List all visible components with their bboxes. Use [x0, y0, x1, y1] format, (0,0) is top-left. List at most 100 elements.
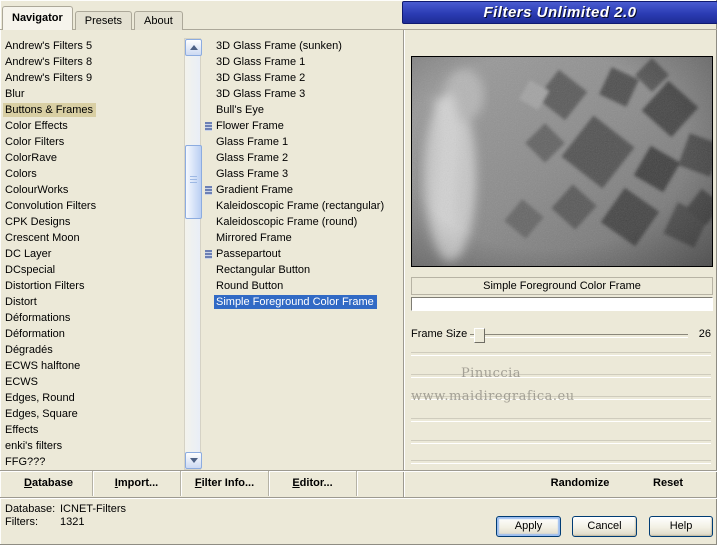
category-item[interactable]: Andrew's Filters 9 [3, 70, 183, 86]
cancel-button[interactable]: Cancel [572, 516, 637, 537]
category-item[interactable]: Edges, Round [3, 390, 183, 406]
filter-item[interactable]: Mirrored Frame [204, 230, 402, 246]
tab-navigator[interactable]: Navigator [2, 6, 73, 30]
scrollbar-up-button[interactable] [185, 39, 202, 56]
filter-item[interactable]: 3D Glass Frame 1 [204, 54, 402, 70]
category-item-label: Edges, Round [5, 392, 75, 404]
filter-item-label: Round Button [216, 280, 284, 292]
category-item-label: DC Layer [5, 248, 52, 260]
status-database-value: ICNET-Filters [60, 503, 126, 515]
filter-item[interactable]: 3D Glass Frame 3 [204, 86, 402, 102]
category-item[interactable]: Colors [3, 166, 183, 182]
filter-item-label: Simple Foreground Color Frame [214, 295, 377, 309]
filter-item-label: Glass Frame 1 [216, 136, 289, 148]
frame-size-slider-track[interactable] [470, 334, 688, 338]
filter-item[interactable]: Glass Frame 1 [204, 134, 402, 150]
help-button[interactable]: Help [649, 516, 713, 537]
status-filters-value: 1321 [60, 516, 85, 528]
filter-item[interactable]: Bull's Eye [204, 102, 402, 118]
filter-item[interactable]: Round Button [204, 278, 402, 294]
filter-item[interactable]: Passepartout [204, 246, 402, 262]
category-item-label: DCspecial [5, 264, 56, 276]
category-item-label: Buttons & Frames [3, 103, 97, 117]
category-item[interactable]: ColourWorks [3, 182, 183, 198]
category-item[interactable]: Convolution Filters [3, 198, 183, 214]
category-item[interactable]: FFG??? [3, 454, 183, 470]
category-item[interactable]: Dégradés [3, 342, 183, 358]
category-item[interactable]: ECWS [3, 374, 183, 390]
filter-item[interactable]: 3D Glass Frame 2 [204, 70, 402, 86]
tab-about[interactable]: About [134, 11, 183, 30]
category-item[interactable]: Effects [3, 422, 183, 438]
filter-info-button[interactable]: Filter Info... [181, 471, 269, 496]
filter-item-label: 3D Glass Frame (sunken) [216, 40, 342, 52]
filter-item[interactable]: 3D Glass Frame (sunken) [204, 38, 402, 54]
apply-button[interactable]: Apply [496, 516, 561, 537]
preset-marker-icon [205, 122, 212, 131]
category-item[interactable]: ECWS halftone [3, 358, 183, 374]
watermark-line2: www.maidiregrafica.eu [411, 389, 575, 404]
category-item[interactable]: Blur [3, 86, 183, 102]
category-item[interactable]: Andrew's Filters 5 [3, 38, 183, 54]
toolbar: Database Import... Filter Info... Editor...… [0, 471, 717, 496]
category-item[interactable]: Andrew's Filters 8 [3, 54, 183, 70]
category-item[interactable]: DC Layer [3, 246, 183, 262]
category-item[interactable]: Edges, Square [3, 406, 183, 422]
category-item[interactable]: ColorRave [3, 150, 183, 166]
filter-item[interactable]: Flower Frame [204, 118, 402, 134]
database-button[interactable]: Database [5, 471, 93, 496]
category-item[interactable]: Crescent Moon [3, 230, 183, 246]
filter-item[interactable]: Gradient Frame [204, 182, 402, 198]
filters-unlimited-window: Navigator Presets About Filters Unlimite… [0, 0, 717, 545]
category-item[interactable]: Déformations [3, 310, 183, 326]
filter-item-label: Passepartout [216, 248, 281, 260]
category-item[interactable]: Déformation [3, 326, 183, 342]
tab-presets[interactable]: Presets [74, 11, 133, 30]
filter-item-label: Rectangular Button [216, 264, 311, 276]
reset-button[interactable]: Reset [633, 471, 703, 495]
category-item-label: Andrew's Filters 5 [5, 40, 93, 52]
category-item[interactable]: Distortion Filters [3, 278, 183, 294]
category-list: Andrew's Filters 5 Andrew's Filters 8 Andr… [3, 38, 183, 470]
title-banner: Filters Unlimited 2.0 [402, 1, 717, 24]
category-item[interactable]: Buttons & Frames [3, 102, 183, 118]
import-button[interactable]: Import... [93, 471, 181, 496]
category-item-label: Distort [5, 296, 37, 308]
category-item[interactable]: DCspecial [3, 262, 183, 278]
filter-item-label: 3D Glass Frame 3 [216, 88, 306, 100]
statusbar-divider [0, 497, 717, 498]
randomize-button[interactable]: Randomize [515, 471, 645, 495]
filter-item[interactable]: Kaleidoscopic Frame (rectangular) [204, 198, 402, 214]
preset-marker-icon [205, 250, 212, 259]
preview-caption: Simple Foreground Color Frame [411, 277, 713, 295]
arrow-up-icon [190, 45, 198, 50]
category-scrollbar[interactable] [184, 38, 202, 470]
filter-item[interactable]: Glass Frame 2 [204, 150, 402, 166]
filter-item[interactable]: Rectangular Button [204, 262, 402, 278]
empty-slider-groove [411, 418, 711, 422]
category-item-label: Effects [5, 424, 39, 436]
category-item[interactable]: Color Effects [3, 118, 183, 134]
status-database-label: Database: [5, 503, 56, 515]
category-item[interactable]: enki's filters [3, 438, 183, 454]
preset-marker-icon [205, 186, 212, 195]
editor-button[interactable]: Editor... [269, 471, 357, 496]
frame-size-slider-thumb[interactable] [474, 328, 485, 343]
category-item-label: Colors [5, 168, 37, 180]
scrollbar-thumb[interactable] [185, 145, 202, 219]
watermark-line1: Pinuccia [460, 366, 522, 381]
category-item-label: Andrew's Filters 9 [5, 72, 93, 84]
frame-size-value: 26 [698, 328, 711, 340]
filter-item[interactable]: Simple Foreground Color Frame [204, 294, 402, 310]
category-item-label: ColourWorks [5, 184, 69, 196]
filter-item-label: Kaleidoscopic Frame (rectangular) [216, 200, 385, 212]
filter-item[interactable]: Glass Frame 3 [204, 166, 402, 182]
filter-item-label: Mirrored Frame [216, 232, 292, 244]
category-item[interactable]: Distort [3, 294, 183, 310]
category-item[interactable]: CPK Designs [3, 214, 183, 230]
filter-item-label: Gradient Frame [216, 184, 294, 196]
category-item[interactable]: Color Filters [3, 134, 183, 150]
empty-slider-groove [411, 460, 711, 464]
filter-item[interactable]: Kaleidoscopic Frame (round) [204, 214, 402, 230]
scrollbar-down-button[interactable] [185, 452, 202, 469]
